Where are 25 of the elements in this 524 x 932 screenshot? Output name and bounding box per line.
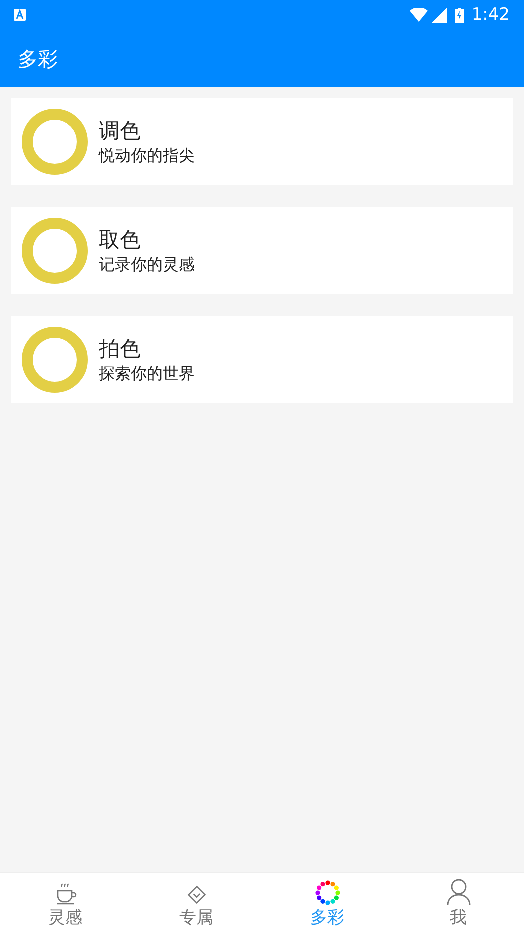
notification-icon: [14, 9, 26, 21]
ring-icon: [22, 326, 88, 392]
card-title: 调色: [99, 118, 142, 144]
ring-icon: [22, 218, 88, 284]
nav-tab[interactable]: 多彩: [262, 873, 393, 932]
card-subtitle: 记录你的灵感: [99, 254, 195, 276]
status-time: 1:42: [472, 6, 510, 24]
nav-tab[interactable]: 专属: [131, 873, 262, 932]
signal-icon: [432, 8, 447, 22]
nav-tab[interactable]: 灵感: [0, 873, 131, 932]
card-title: 拍色: [99, 336, 142, 362]
header-title: 多彩: [18, 46, 58, 72]
person-icon: [446, 878, 472, 906]
feature-card[interactable]: 拍色 探索你的世界: [11, 316, 513, 403]
feature-card[interactable]: 调色 悦动你的指尖: [11, 98, 513, 185]
ring-icon: [22, 108, 88, 174]
card-subtitle: 探索你的世界: [99, 362, 195, 384]
feature-card[interactable]: 取色 记录你的灵感: [11, 207, 513, 294]
wifi-icon: [410, 8, 428, 22]
card-subtitle: 悦动你的指尖: [99, 144, 195, 166]
card-title: 取色: [99, 226, 142, 254]
nav-tab[interactable]: 我: [393, 873, 524, 932]
diamond-icon: [186, 884, 208, 906]
color-wheel-icon: [314, 880, 340, 906]
battery-icon: [454, 8, 464, 22]
